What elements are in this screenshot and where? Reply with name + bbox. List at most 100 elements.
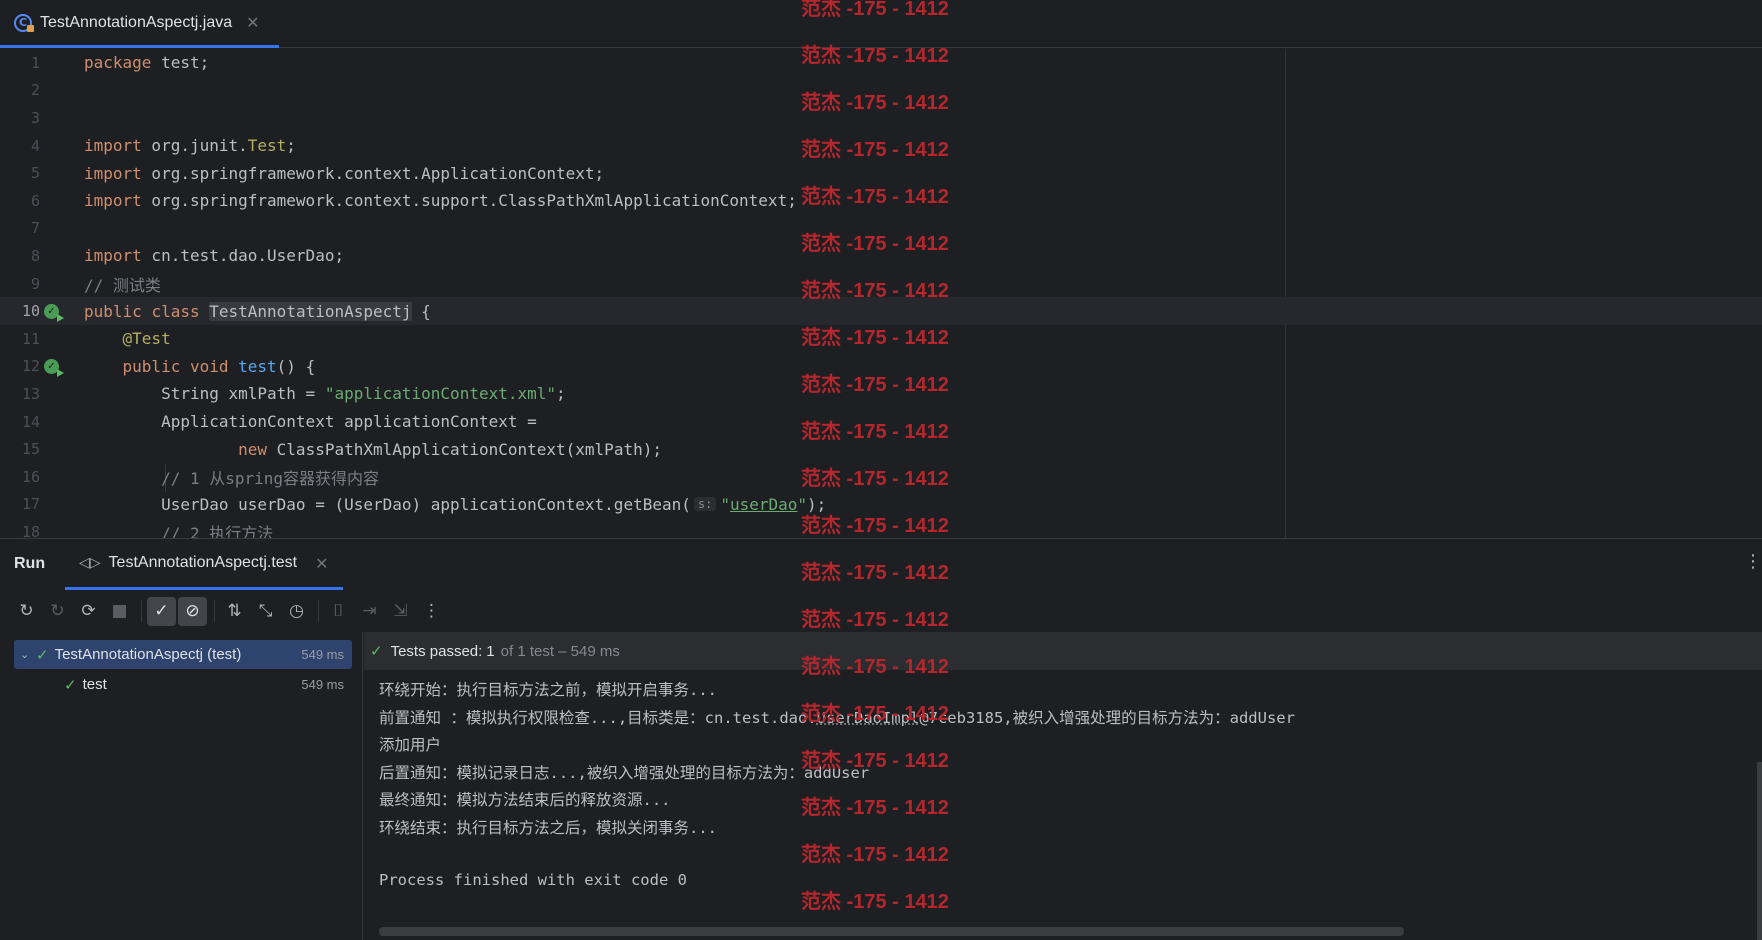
keyword: public xyxy=(122,356,181,376)
import-tests-icon[interactable]: ⇥ xyxy=(355,597,384,626)
method-name: test xyxy=(238,356,277,376)
line-number: 10 xyxy=(21,302,40,321)
run-panel-title: Run xyxy=(14,555,46,572)
console-line: 前置通知 ：模拟执行权限检查...,目标类是：cn.test.dao.UserD… xyxy=(379,709,1295,727)
run-header: Run ◁▷ TestAnnotationAspectj.test ✕ ⋮ xyxy=(0,539,1762,590)
code-text: ApplicationContext applicationContext = xyxy=(161,412,537,432)
test-status-bar: ✓ Tests passed: 1 of 1 test – 549 ms xyxy=(364,632,1762,670)
code-editor[interactable]: 1 package test; 2 3 4 import org.junit. T… xyxy=(0,49,1762,538)
console-line: 最终通知：模拟方法结束后的释放资源... xyxy=(379,791,671,809)
rerun-failed-icon[interactable]: ↻ xyxy=(43,597,72,626)
more-options-icon[interactable]: ⋮ xyxy=(417,597,446,626)
keyword: import xyxy=(84,163,142,183)
code-line-1[interactable]: 1 package test; xyxy=(0,49,1762,77)
editor-tab-testannotationaspectj[interactable]: C TestAnnotationAspectj.java ✕ xyxy=(0,0,279,48)
test-tree-row-method[interactable]: ✓ test 549 ms xyxy=(14,670,352,699)
line-number: 6 xyxy=(30,191,40,210)
code-text: () { xyxy=(276,356,316,376)
show-ignored-icon[interactable]: ⊘ xyxy=(178,596,207,626)
rerun-icon[interactable]: ↻ xyxy=(12,597,41,626)
string-literal: " xyxy=(797,494,808,514)
camera-icon[interactable]: ⌷ xyxy=(324,597,353,626)
status-summary: of 1 test – 549 ms xyxy=(500,642,620,660)
test-passed-icon: ✓ xyxy=(64,675,77,694)
line-number: 2 xyxy=(30,81,40,100)
test-duration: 549 ms xyxy=(301,677,344,692)
vertical-scrollbar[interactable] xyxy=(1757,762,1762,940)
run-config-tab-label: TestAnnotationAspectj.test xyxy=(108,554,298,571)
string-literal: "applicationContext.xml" xyxy=(324,384,557,404)
code-line-13[interactable]: 13 String xmlPath = "applicationContext.… xyxy=(0,380,1762,408)
line-number: 13 xyxy=(21,384,40,403)
run-toolbar: ↻ ↻ ⟳ ■ ✓ ⊘ ⇅ ⤡ ◷ ⌷ ⇥ ⇲ ⋮ xyxy=(0,590,1762,632)
code-text: org.springframework.context.ApplicationC… xyxy=(141,163,605,183)
toolbar-separator xyxy=(318,600,319,622)
code-text: test; xyxy=(151,53,210,73)
console-output[interactable]: ✓ Tests passed: 1 of 1 test – 549 ms 环绕开… xyxy=(364,632,1762,940)
close-icon[interactable]: ✕ xyxy=(315,554,328,573)
code-line-10[interactable]: 10 ✓ public class TestAnnotationAspectj … xyxy=(0,297,1762,325)
code-line-3[interactable]: 3 xyxy=(0,104,1762,132)
line-number: 14 xyxy=(21,412,40,431)
show-passed-icon[interactable]: ✓ xyxy=(147,596,176,626)
string-literal-link[interactable]: userDao xyxy=(730,495,797,514)
line-number: 17 xyxy=(21,495,40,514)
line-number: 8 xyxy=(30,246,40,265)
code-line-15[interactable]: 15 new ClassPathXmlApplicationContext(xm… xyxy=(0,435,1762,463)
test-tree-row-class[interactable]: ⌄ ✓ TestAnnotationAspectj (test) 549 ms xyxy=(14,640,352,669)
keyword: void xyxy=(189,356,229,376)
toggle-auto-test-icon[interactable]: ⟳ xyxy=(74,597,103,626)
test-history-icon[interactable]: ◷ xyxy=(282,597,311,626)
console-line: 环绕结束：执行目标方法之后，模拟关闭事务... xyxy=(379,819,717,837)
run-config-tab[interactable]: ◁▷ TestAnnotationAspectj.test ✕ xyxy=(65,539,343,590)
code-line-4[interactable]: 4 import org.junit. Test; xyxy=(0,132,1762,160)
code-line-9[interactable]: 9 // 测试类 xyxy=(0,270,1762,298)
run-test-class-icon[interactable]: ✓ xyxy=(44,303,64,322)
test-results-tree: ⌄ ✓ TestAnnotationAspectj (test) 549 ms … xyxy=(0,632,363,940)
code-comment: // 测试类 xyxy=(84,275,161,295)
class-reference: Test xyxy=(247,136,287,156)
export-results-icon[interactable]: ⇲ xyxy=(386,597,415,626)
code-line-18[interactable]: 18 // 2 执行方法 xyxy=(0,518,1762,538)
chevron-down-icon[interactable]: ⌄ xyxy=(20,648,36,661)
keyword: new xyxy=(238,439,268,459)
collapse-all-icon[interactable]: ⤡ xyxy=(251,597,280,626)
parameter-hint: s: xyxy=(693,497,717,512)
code-text: ); xyxy=(807,494,827,514)
test-tree-label: TestAnnotationAspectj (test) xyxy=(54,646,242,663)
close-icon[interactable]: ✕ xyxy=(246,13,259,32)
test-duration: 549 ms xyxy=(301,647,344,662)
more-options-icon[interactable]: ⋮ xyxy=(1744,551,1762,572)
code-line-14[interactable]: 14 ApplicationContext applicationContext… xyxy=(0,408,1762,436)
java-class-icon: C xyxy=(14,13,34,32)
line-number: 12 xyxy=(21,357,40,376)
code-line-11[interactable]: 11 @Test xyxy=(0,325,1762,353)
test-passed-icon: ✓ xyxy=(36,645,49,664)
code-line-5[interactable]: 5 import org.springframework.context.App… xyxy=(0,159,1762,187)
line-number: 1 xyxy=(30,53,40,72)
sort-icon[interactable]: ⇅ xyxy=(220,597,249,626)
code-text: ; xyxy=(556,384,566,404)
horizontal-scrollbar[interactable] xyxy=(379,927,1404,936)
annotation: @Test xyxy=(122,329,171,349)
keyword: class xyxy=(151,301,200,321)
code-line-16[interactable]: 16 // 1 从spring容器获得内容 xyxy=(0,463,1762,491)
run-test-method-icon[interactable]: ✓ xyxy=(44,358,64,377)
toolbar-separator xyxy=(141,600,142,622)
toolbar-separator xyxy=(214,600,215,622)
code-line-12[interactable]: 12 ✓ public void test() { xyxy=(0,353,1762,381)
code-line-6[interactable]: 6 import org.springframework.context.sup… xyxy=(0,187,1762,215)
code-line-17[interactable]: 17 UserDao userDao = (UserDao) applicati… xyxy=(0,491,1762,519)
code-line-7[interactable]: 7 xyxy=(0,215,1762,243)
stop-icon[interactable]: ■ xyxy=(105,597,134,626)
keyword: import xyxy=(84,191,142,211)
test-tree-label: test xyxy=(82,676,107,693)
code-line-8[interactable]: 8 import cn.test.dao.UserDao; xyxy=(0,242,1762,270)
console-line: 后置通知：模拟记录日志...,被织入增强处理的目标方法为：addUser xyxy=(379,764,870,782)
line-number: 3 xyxy=(30,108,40,127)
code-line-2[interactable]: 2 xyxy=(0,77,1762,105)
keyword: import xyxy=(84,246,142,266)
console-class-link[interactable]: UserDaoImpl xyxy=(817,709,920,727)
keyword: package xyxy=(84,53,152,73)
console-line: Process finished with exit code 0 xyxy=(379,871,687,889)
